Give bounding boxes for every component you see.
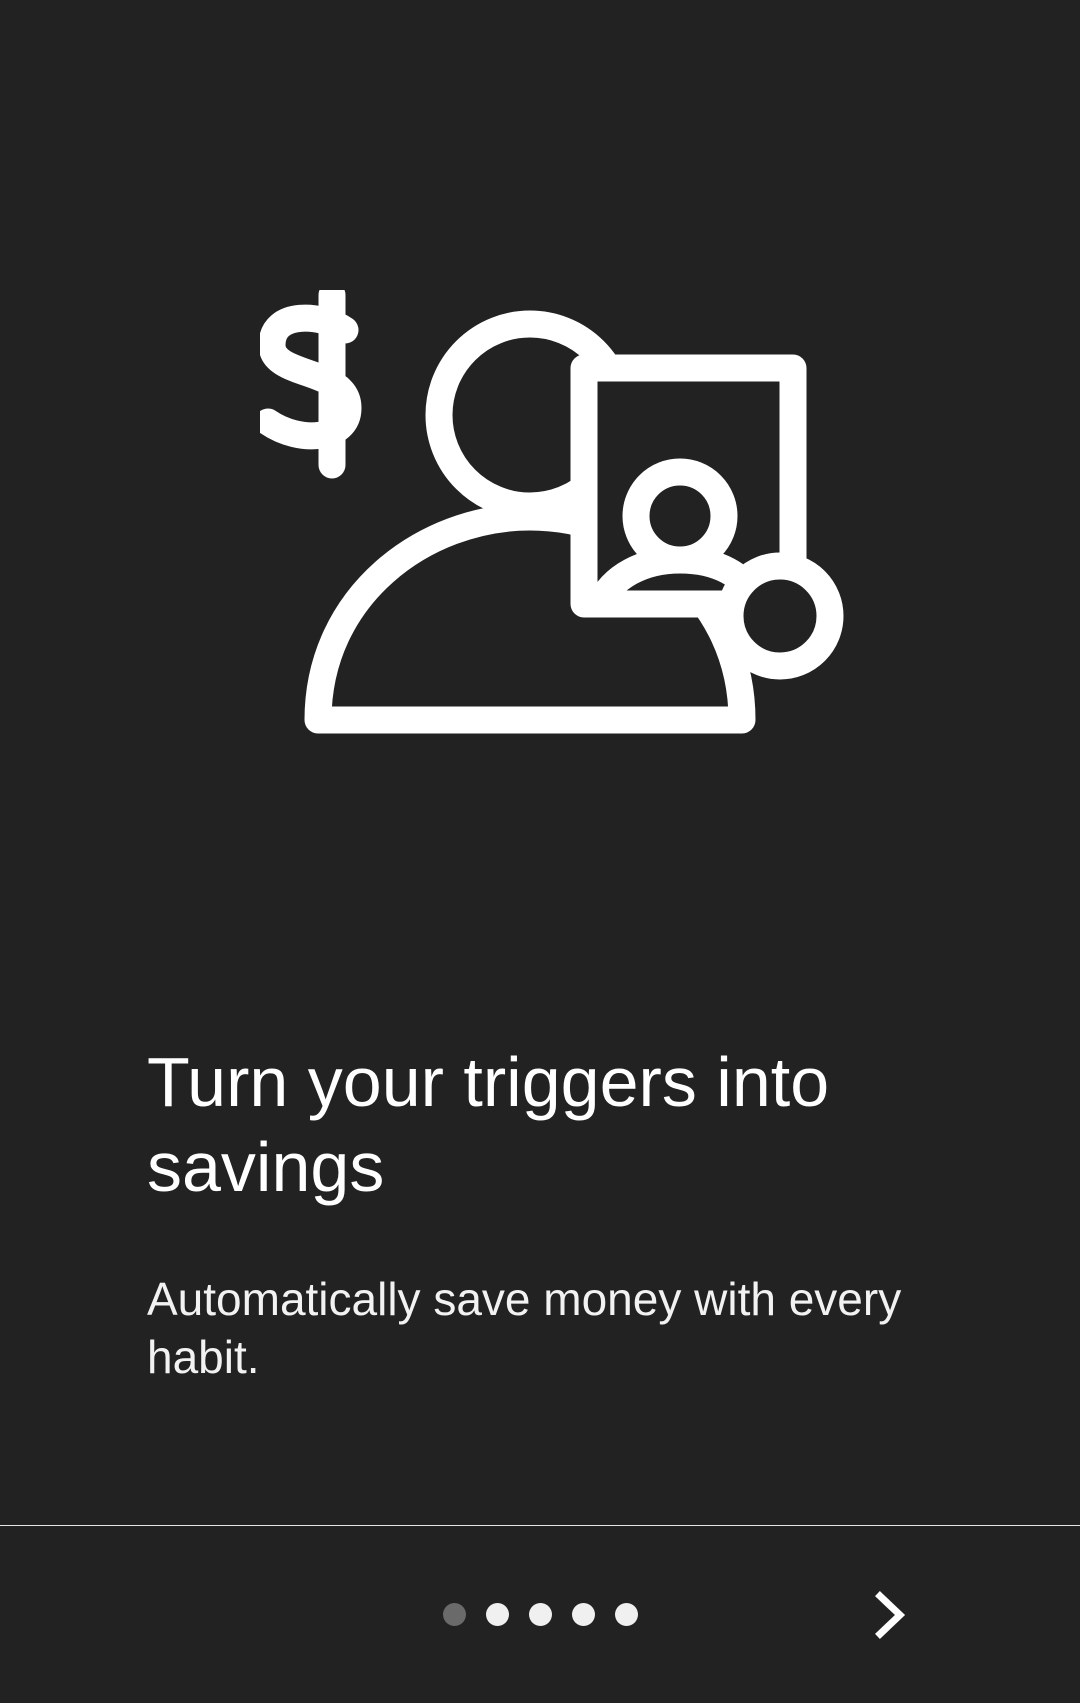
bottom-divider xyxy=(0,1525,1080,1526)
onboarding-subtitle: Automatically save money with every habi… xyxy=(147,1273,902,1383)
person-dollar-card-icon xyxy=(260,290,844,734)
next-button[interactable] xyxy=(862,1585,922,1645)
page-dot-2[interactable] xyxy=(486,1603,509,1626)
page-indicator xyxy=(443,1603,638,1627)
chevron-right-icon xyxy=(875,1591,906,1639)
page-dot-3[interactable] xyxy=(529,1603,552,1626)
onboarding-illustration xyxy=(260,290,860,750)
page-dot-5[interactable] xyxy=(615,1603,638,1626)
onboarding-title: Turn your triggers into savings xyxy=(147,1043,830,1206)
page-dot-1[interactable] xyxy=(443,1603,466,1626)
page-dot-4[interactable] xyxy=(572,1603,595,1626)
